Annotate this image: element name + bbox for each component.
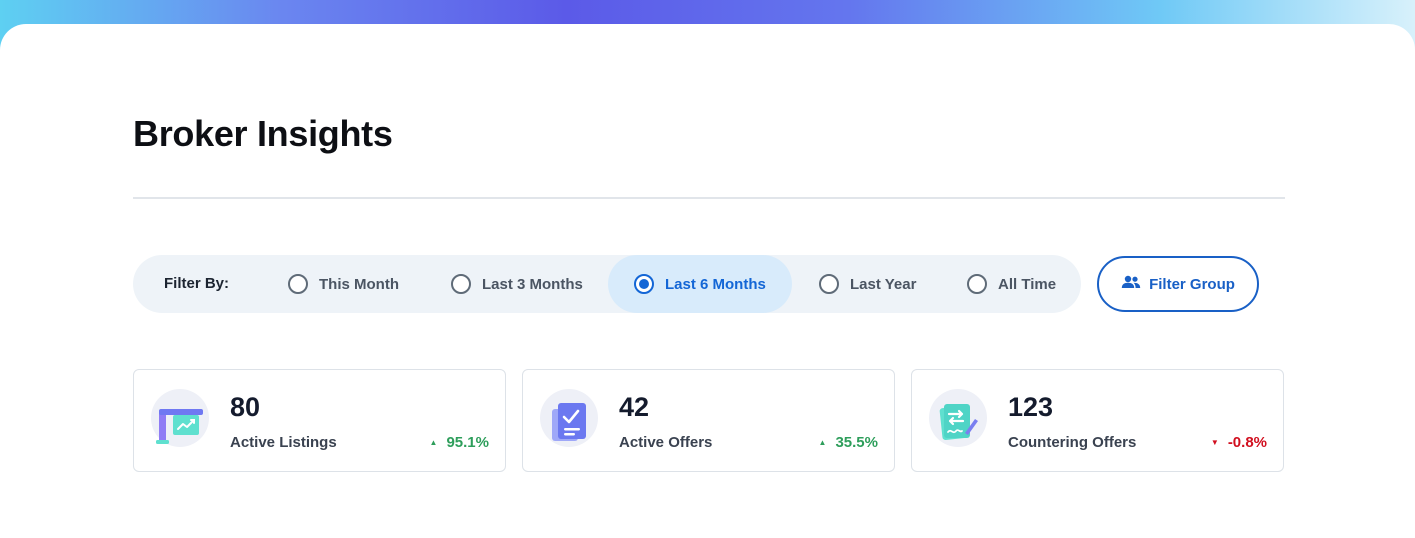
filter-option-all-time[interactable]: All Time — [967, 255, 1077, 313]
stat-change: ▼ -0.8% — [1211, 434, 1267, 451]
stat-change: ▲ 95.1% — [430, 434, 489, 451]
offer-document-icon — [540, 389, 598, 447]
filter-option-last-6-months[interactable]: Last 6 Months — [608, 255, 792, 313]
filter-option-this-month[interactable]: This Month — [288, 255, 418, 313]
page-title: Broker Insights — [133, 113, 393, 154]
radio-button[interactable] — [819, 274, 839, 294]
trend-up-icon: ▲ — [818, 438, 827, 447]
stat-change-value: -0.8% — [1227, 434, 1267, 451]
filter-option-last-year[interactable]: Last Year — [819, 255, 939, 313]
title-divider — [133, 197, 1285, 199]
counter-offer-icon — [929, 389, 987, 447]
filter-bar: Filter By: This Month Last 3 Months Last… — [133, 255, 1081, 313]
stat-label: Countering Offers — [1008, 434, 1137, 451]
stat-label: Active Listings — [230, 434, 337, 451]
people-icon — [1121, 275, 1141, 294]
stat-change-value: 95.1% — [446, 434, 489, 451]
stat-card-countering-offers[interactable]: 123 Countering Offers ▼ -0.8% — [911, 369, 1284, 472]
trend-down-icon: ▼ — [1210, 438, 1219, 447]
radio-selected-dot — [639, 279, 649, 289]
filter-group-label: Filter Group — [1149, 275, 1235, 293]
stat-value: 80 — [230, 392, 261, 422]
filter-option-label: Last 3 Months — [482, 275, 583, 293]
filter-by-label: Filter By: — [164, 275, 230, 292]
filter-option-last-3-months[interactable]: Last 3 Months — [451, 255, 621, 313]
radio-button[interactable] — [451, 274, 471, 294]
trend-up-icon: ▲ — [429, 438, 438, 447]
radio-button[interactable] — [288, 274, 308, 294]
stat-value: 123 — [1008, 392, 1054, 422]
filter-option-label: Last 6 Months — [665, 275, 766, 293]
stat-value: 42 — [619, 392, 650, 422]
stat-card-active-offers[interactable]: 42 Active Offers ▲ 35.5% — [522, 369, 895, 472]
filter-option-label: This Month — [319, 275, 399, 293]
stat-change-value: 35.5% — [835, 434, 878, 451]
radio-button-selected[interactable] — [634, 274, 654, 294]
stat-change: ▲ 35.5% — [819, 434, 878, 451]
filter-option-label: Last Year — [850, 275, 917, 293]
stat-label: Active Offers — [619, 434, 713, 451]
filter-group-button[interactable]: Filter Group — [1097, 256, 1259, 312]
filter-option-label: All Time — [998, 275, 1057, 293]
listing-sign-icon — [151, 389, 209, 447]
radio-button[interactable] — [967, 274, 987, 294]
stat-card-active-listings[interactable]: 80 Active Listings ▲ 95.1% — [133, 369, 506, 472]
